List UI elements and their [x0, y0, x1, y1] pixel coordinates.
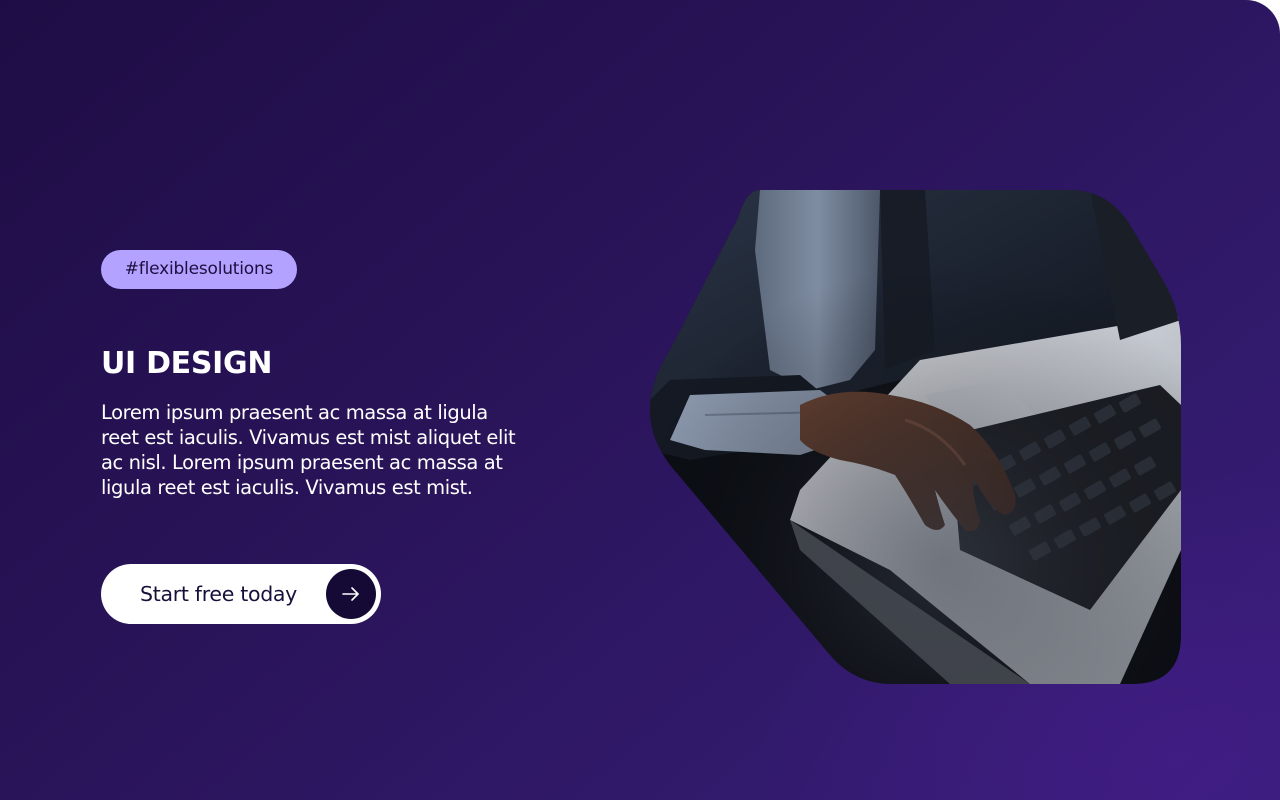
- page-title: UI DESIGN: [101, 346, 273, 381]
- hero-section: #flexiblesolutions UI DESIGN Lorem ipsum…: [0, 0, 1280, 800]
- start-free-button[interactable]: Start free today: [101, 564, 381, 624]
- hero-description: Lorem ipsum praesent ac massa at ligula …: [101, 401, 516, 499]
- hashtag-badge: #flexiblesolutions: [101, 250, 297, 289]
- arrow-right-icon: [326, 569, 376, 619]
- laptop-typing-image: [650, 190, 1181, 684]
- start-free-button-label: Start free today: [140, 582, 298, 606]
